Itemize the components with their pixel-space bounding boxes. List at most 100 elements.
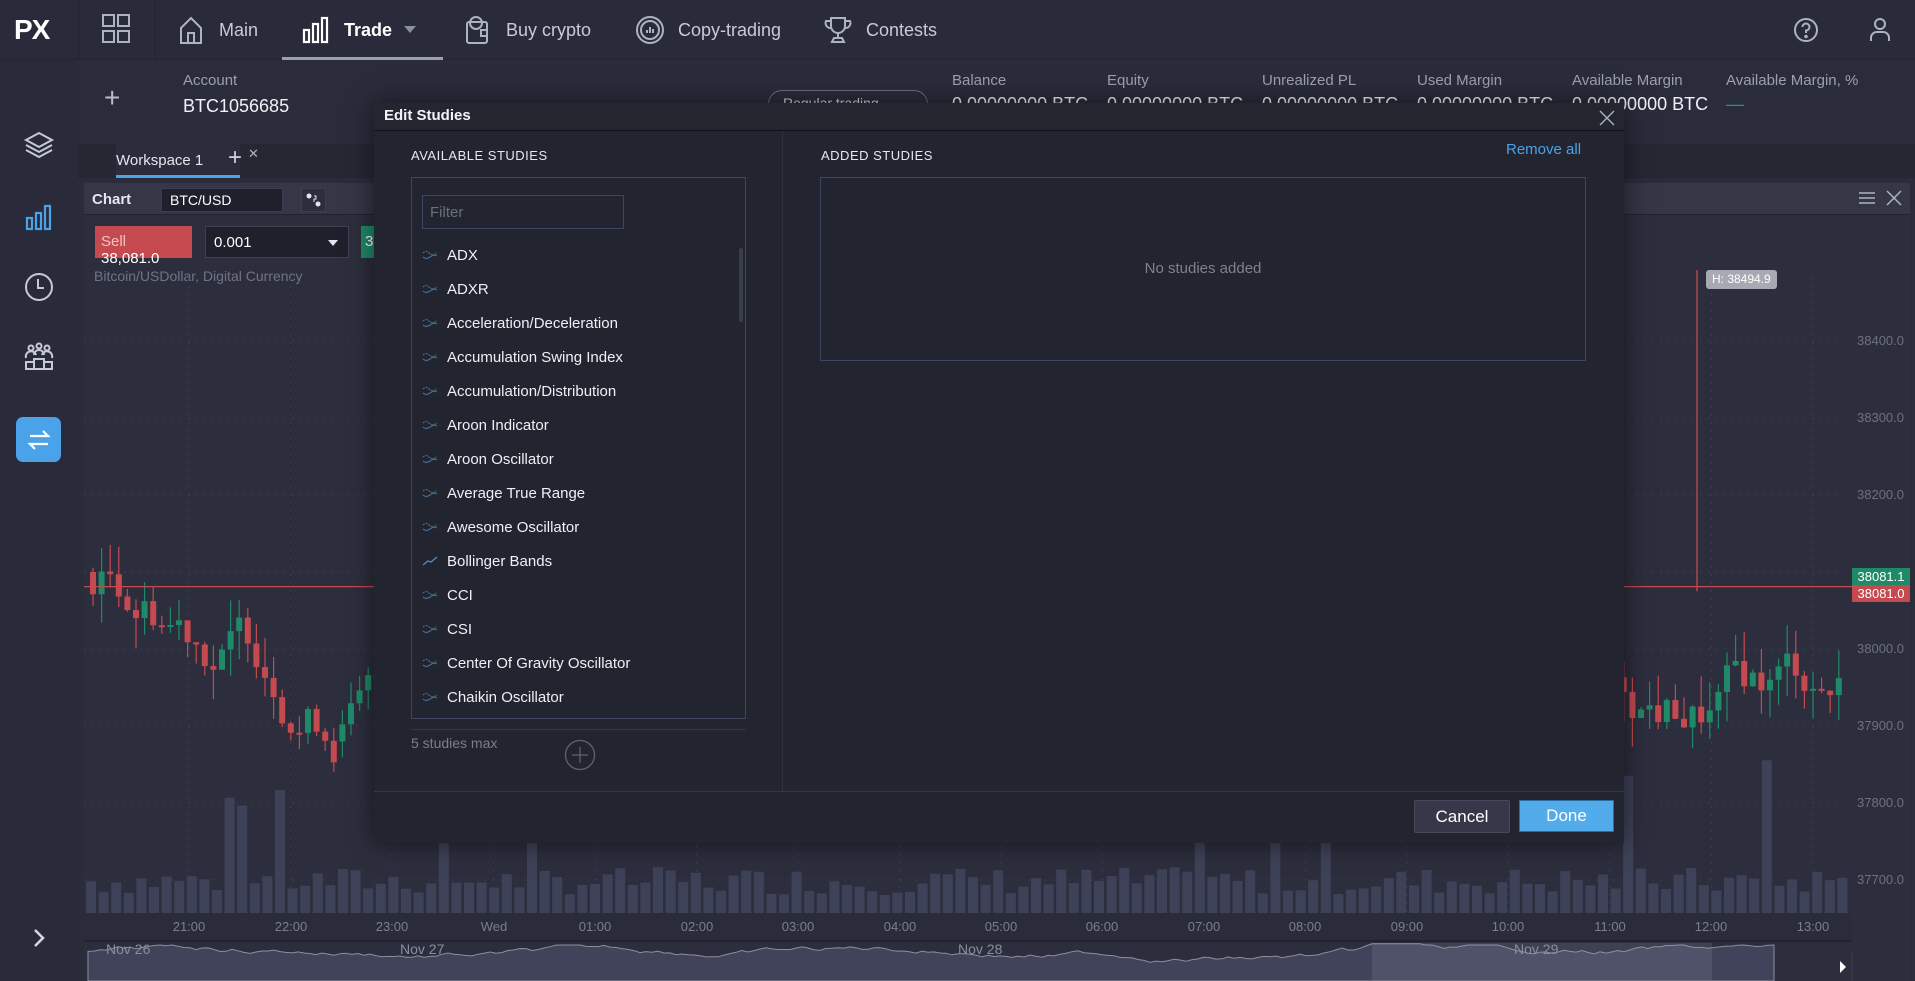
volume-bar xyxy=(539,870,550,913)
volume-bar xyxy=(716,890,726,913)
remove-all-link[interactable]: Remove all xyxy=(1506,141,1581,158)
volume-bar xyxy=(968,877,978,913)
study-item[interactable]: Aroon Indicator xyxy=(412,408,732,442)
help-icon[interactable] xyxy=(1788,12,1824,48)
volume-bar xyxy=(186,876,197,913)
volume-bar xyxy=(1106,876,1117,913)
time-tick: 09:00 xyxy=(1390,919,1424,934)
nav-item-trade[interactable]: Trade xyxy=(300,0,417,60)
study-name: CSI xyxy=(447,620,473,638)
time-tick: 13:00 xyxy=(1796,919,1830,934)
add-account-button[interactable]: + xyxy=(104,82,120,114)
study-item[interactable]: ADXR xyxy=(412,272,732,306)
nav-label: Copy-trading xyxy=(678,19,782,40)
study-item[interactable]: Average True Range xyxy=(412,476,732,510)
filter-input[interactable] xyxy=(422,195,624,229)
nav-label: Buy crypto xyxy=(506,19,592,40)
nav-item-main[interactable]: Main xyxy=(175,0,258,60)
volume-bar xyxy=(1207,876,1218,913)
community-icon[interactable] xyxy=(19,337,59,377)
study-item[interactable]: ADX xyxy=(412,238,732,272)
study-name: ADXR xyxy=(447,280,489,298)
candle-body xyxy=(262,667,268,678)
study-name: Chaikin Oscillator xyxy=(447,688,564,706)
added-studies-heading: ADDED STUDIES xyxy=(821,148,933,163)
study-name: CCI xyxy=(447,586,473,604)
volume-bar xyxy=(489,887,500,913)
nav-divider xyxy=(78,0,79,60)
volume-bar xyxy=(1598,874,1608,913)
study-item[interactable]: Aroon Oscillator xyxy=(412,442,732,476)
navigator-right-arrow xyxy=(1840,961,1846,973)
navigator-date: Nov 27 xyxy=(400,941,445,957)
volume-bar xyxy=(842,885,852,913)
clock-icon[interactable] xyxy=(19,267,59,307)
volume-bar xyxy=(791,871,802,913)
volume-bar xyxy=(287,888,298,913)
volume-bar xyxy=(1409,885,1419,913)
study-item[interactable]: CCI xyxy=(412,578,732,612)
apps-grid-icon[interactable] xyxy=(100,12,132,46)
logo[interactable]: PX xyxy=(14,14,50,46)
volume-bar xyxy=(1610,888,1621,913)
volume-bar xyxy=(703,887,714,913)
volume-bar xyxy=(905,891,915,913)
top-nav: PX Main Trade Buy crypto Copy-trading Co… xyxy=(0,0,1915,60)
volume-bar xyxy=(590,883,600,913)
add-study-button[interactable] xyxy=(564,739,596,771)
volume-bar xyxy=(149,887,159,913)
study-item[interactable]: Chaikin Oscillator xyxy=(412,680,732,714)
chevron-right-icon[interactable] xyxy=(19,918,59,958)
nav-item-copy-trading[interactable]: Copy-trading xyxy=(634,0,781,60)
candle-body xyxy=(1827,690,1834,696)
time-tick: 22:00 xyxy=(274,919,308,934)
user-icon[interactable] xyxy=(1862,12,1898,48)
study-item[interactable]: Center Of Gravity Oscillator xyxy=(412,646,732,680)
account-id[interactable]: BTC1056685 xyxy=(183,96,289,117)
volume-bar xyxy=(514,887,525,913)
time-axis xyxy=(84,913,1852,941)
chart-bars-icon[interactable] xyxy=(19,197,59,237)
close-tab-icon[interactable]: ✕ xyxy=(248,146,259,162)
volume-bar xyxy=(602,874,613,913)
add-workspace-button[interactable]: + xyxy=(228,144,242,172)
volume-bar xyxy=(892,892,903,913)
stat-label-available-margin: Available Margin xyxy=(1572,72,1683,89)
close-dialog-icon[interactable] xyxy=(1596,107,1618,129)
candle-body xyxy=(1835,678,1842,696)
volume-bar xyxy=(262,876,273,913)
study-item[interactable]: CSI xyxy=(412,612,732,646)
candle-body xyxy=(158,625,165,628)
price-tick: 38400.0 xyxy=(1857,333,1904,348)
price-tick: 37900.0 xyxy=(1857,718,1904,733)
volume-bar xyxy=(1446,881,1457,913)
volume-bar xyxy=(1774,885,1785,913)
study-item[interactable]: Awesome Oscillator xyxy=(412,510,732,544)
volume-bar xyxy=(766,893,777,913)
time-tick: 05:00 xyxy=(984,919,1018,934)
oscillator-icon xyxy=(422,250,438,260)
nav-item-contests[interactable]: Contests xyxy=(822,0,937,60)
study-item[interactable]: Accumulation Swing Index xyxy=(412,340,732,374)
study-item[interactable]: Acceleration/Deceleration xyxy=(412,306,732,340)
layers-icon[interactable] xyxy=(19,125,59,165)
volume-bar xyxy=(174,881,185,913)
done-button[interactable]: Done xyxy=(1519,800,1614,832)
study-item[interactable]: Accumulation/Distribution xyxy=(412,374,732,408)
cancel-button[interactable]: Cancel xyxy=(1414,800,1510,833)
home-icon xyxy=(180,16,202,44)
volume-bar xyxy=(1698,885,1709,913)
volume-bar xyxy=(1434,892,1445,913)
volume-bar xyxy=(690,872,701,913)
scrollbar[interactable] xyxy=(739,248,743,322)
time-tick: 02:00 xyxy=(680,919,714,934)
tab-workspace-1[interactable]: Workspace 1 ✕ xyxy=(116,144,259,178)
candle-body xyxy=(227,631,234,650)
volume-bar xyxy=(1371,886,1382,913)
volume-bar xyxy=(86,881,96,913)
volume-bar xyxy=(728,875,739,913)
study-item[interactable]: Bollinger Bands xyxy=(412,544,732,578)
swap-button[interactable] xyxy=(16,417,61,462)
nav-item-buy-crypto[interactable]: Buy crypto xyxy=(462,0,591,60)
study-name: Bollinger Bands xyxy=(447,552,553,570)
